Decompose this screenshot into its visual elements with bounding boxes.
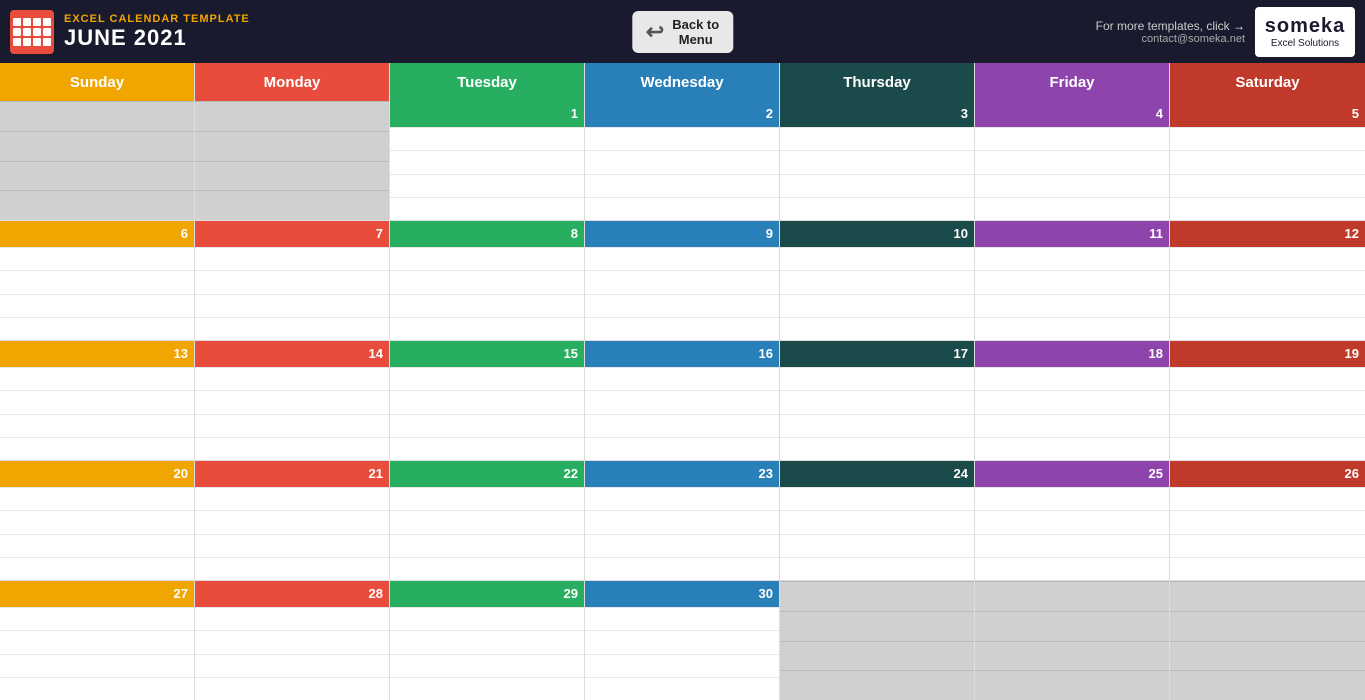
day-cell[interactable]: 1 <box>390 101 585 220</box>
day-cell[interactable]: 8 <box>390 221 585 340</box>
day-cell[interactable]: 6 <box>0 221 195 340</box>
template-label: EXCEL CALENDAR TEMPLATE <box>64 13 250 25</box>
day-number: 7 <box>195 221 389 247</box>
day-cell[interactable] <box>975 581 1170 700</box>
day-cell[interactable]: 19 <box>1170 341 1365 460</box>
day-header-friday: Friday <box>975 63 1170 101</box>
someka-logo: someka Excel Solutions <box>1255 7 1355 57</box>
day-cell[interactable]: 24 <box>780 461 975 580</box>
day-header-wednesday: Wednesday <box>585 63 780 101</box>
header-title-group: EXCEL CALENDAR TEMPLATE JUNE 2021 <box>64 13 250 51</box>
day-cell[interactable]: 17 <box>780 341 975 460</box>
back-to-menu-button[interactable]: ↩ Back toMenu <box>632 11 733 53</box>
calendar-icon <box>13 18 51 46</box>
week-row-3: 13141516171819 <box>0 341 1365 461</box>
day-cell[interactable] <box>1170 581 1365 700</box>
week-row-1: 12345 <box>0 101 1365 221</box>
day-number: 8 <box>390 221 584 247</box>
someka-name: someka <box>1265 15 1346 38</box>
day-number: 16 <box>585 341 779 367</box>
day-cell[interactable]: 14 <box>195 341 390 460</box>
day-number: 3 <box>780 101 974 127</box>
day-cell[interactable] <box>195 101 390 220</box>
day-number: 4 <box>975 101 1169 127</box>
day-cell[interactable]: 23 <box>585 461 780 580</box>
more-templates-text: For more templates, click → <box>1096 19 1245 33</box>
day-header-monday: Monday <box>195 63 390 101</box>
day-cell[interactable]: 22 <box>390 461 585 580</box>
day-cell[interactable]: 16 <box>585 341 780 460</box>
header-right: For more templates, click → contact@some… <box>1096 19 1245 45</box>
day-cell[interactable]: 10 <box>780 221 975 340</box>
day-number: 22 <box>390 461 584 487</box>
day-cell[interactable]: 25 <box>975 461 1170 580</box>
day-cell[interactable]: 13 <box>0 341 195 460</box>
week-row-5: 27282930 <box>0 581 1365 700</box>
day-header-tuesday: Tuesday <box>390 63 585 101</box>
day-cell[interactable]: 27 <box>0 581 195 700</box>
day-number: 20 <box>0 461 194 487</box>
day-cell[interactable]: 4 <box>975 101 1170 220</box>
day-header-sunday: Sunday <box>0 63 195 101</box>
day-number: 17 <box>780 341 974 367</box>
week-row-4: 20212223242526 <box>0 461 1365 581</box>
day-cell[interactable]: 12 <box>1170 221 1365 340</box>
day-number: 21 <box>195 461 389 487</box>
day-cell[interactable]: 3 <box>780 101 975 220</box>
day-number: 11 <box>975 221 1169 247</box>
day-cell[interactable]: 29 <box>390 581 585 700</box>
day-cell[interactable]: 2 <box>585 101 780 220</box>
day-number: 23 <box>585 461 779 487</box>
day-number: 14 <box>195 341 389 367</box>
day-cell[interactable]: 26 <box>1170 461 1365 580</box>
day-number: 1 <box>390 101 584 127</box>
day-headers-row: Sunday Monday Tuesday Wednesday Thursday… <box>0 63 1365 101</box>
weeks-container: 1234567891011121314151617181920212223242… <box>0 101 1365 700</box>
day-number: 10 <box>780 221 974 247</box>
day-cell[interactable]: 28 <box>195 581 390 700</box>
day-number: 5 <box>1170 101 1365 127</box>
day-number: 27 <box>0 581 194 607</box>
day-number: 19 <box>1170 341 1365 367</box>
app-logo-icon <box>10 10 54 54</box>
someka-sub: Excel Solutions <box>1271 38 1339 49</box>
month-title: JUNE 2021 <box>64 25 250 51</box>
day-cell[interactable] <box>0 101 195 220</box>
day-cell[interactable]: 11 <box>975 221 1170 340</box>
day-number: 29 <box>390 581 584 607</box>
day-header-thursday: Thursday <box>780 63 975 101</box>
back-arrow-icon: ↩ <box>646 19 664 45</box>
day-cell[interactable]: 30 <box>585 581 780 700</box>
day-number: 30 <box>585 581 779 607</box>
day-cell[interactable]: 7 <box>195 221 390 340</box>
day-cell[interactable]: 21 <box>195 461 390 580</box>
day-cell[interactable]: 5 <box>1170 101 1365 220</box>
contact-email: contact@someka.net <box>1142 33 1246 45</box>
day-number: 15 <box>390 341 584 367</box>
day-number: 13 <box>0 341 194 367</box>
day-cell[interactable]: 9 <box>585 221 780 340</box>
day-number: 25 <box>975 461 1169 487</box>
day-number: 26 <box>1170 461 1365 487</box>
day-number: 28 <box>195 581 389 607</box>
day-number: 18 <box>975 341 1169 367</box>
day-number: 2 <box>585 101 779 127</box>
week-row-2: 6789101112 <box>0 221 1365 341</box>
day-cell[interactable] <box>780 581 975 700</box>
day-number: 6 <box>0 221 194 247</box>
app-header: EXCEL CALENDAR TEMPLATE JUNE 2021 ↩ Back… <box>0 0 1365 63</box>
back-button-label: Back toMenu <box>672 17 719 47</box>
calendar-container: Sunday Monday Tuesday Wednesday Thursday… <box>0 63 1365 700</box>
day-header-saturday: Saturday <box>1170 63 1365 101</box>
day-number: 9 <box>585 221 779 247</box>
day-number: 12 <box>1170 221 1365 247</box>
day-cell[interactable]: 18 <box>975 341 1170 460</box>
day-cell[interactable]: 20 <box>0 461 195 580</box>
day-cell[interactable]: 15 <box>390 341 585 460</box>
day-number: 24 <box>780 461 974 487</box>
